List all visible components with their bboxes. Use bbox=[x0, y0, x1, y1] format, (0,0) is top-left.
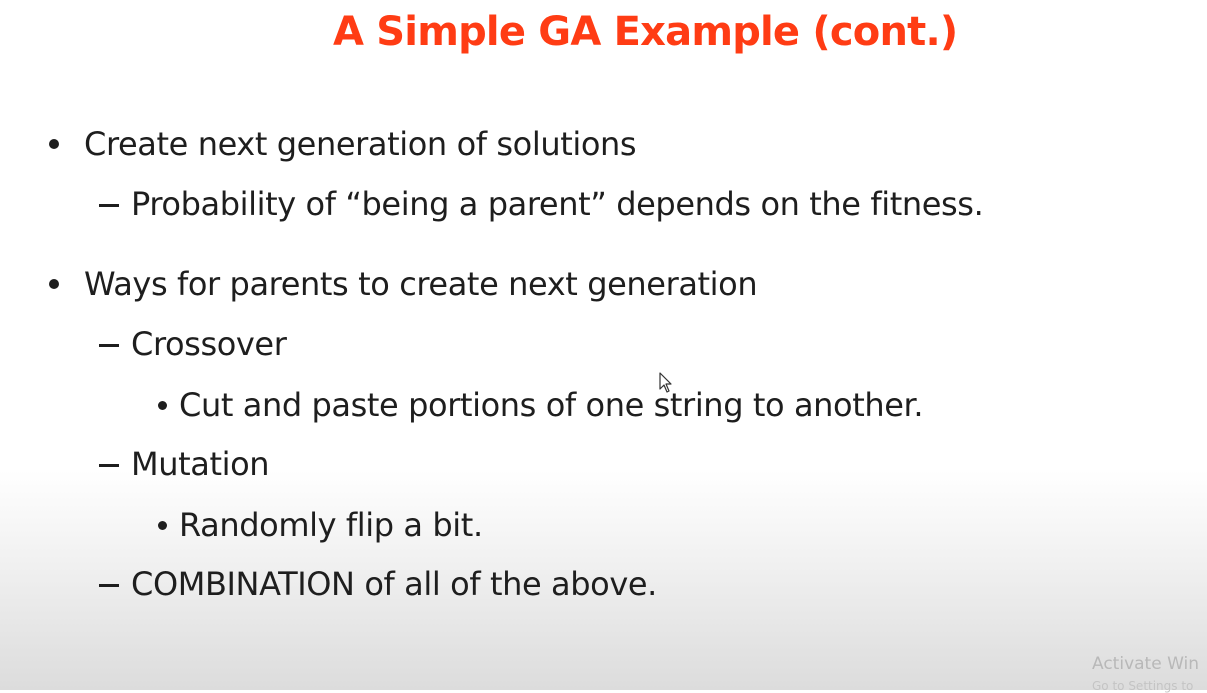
activation-watermark-sub: Go to Settings to bbox=[1092, 679, 1194, 693]
slide-title: A Simple GA Example (cont.) bbox=[333, 9, 958, 55]
dash-icon bbox=[99, 344, 119, 347]
bullet-dot-icon bbox=[49, 139, 59, 149]
dash-icon bbox=[99, 204, 119, 207]
sub-item-text: Probability of “being a parent” depends … bbox=[131, 185, 984, 223]
activation-watermark: Activate Win bbox=[1092, 654, 1200, 674]
dash-icon bbox=[99, 584, 119, 587]
bullet-item-text: Create next generation of solutions bbox=[84, 125, 637, 163]
dash-icon bbox=[99, 464, 119, 467]
small-bullet-icon bbox=[158, 521, 167, 530]
mouse-cursor-icon bbox=[659, 372, 672, 393]
sub-sub-item-text: Cut and paste portions of one string to … bbox=[179, 386, 924, 424]
bullet-dot-icon bbox=[49, 279, 59, 289]
sub-item-text: Crossover bbox=[131, 325, 287, 363]
bullet-item-text: Ways for parents to create next generati… bbox=[84, 265, 758, 303]
small-bullet-icon bbox=[158, 401, 167, 410]
sub-item-text: COMBINATION of all of the above. bbox=[131, 565, 657, 603]
sub-sub-item-text: Randomly flip a bit. bbox=[179, 506, 483, 544]
sub-item-text: Mutation bbox=[131, 445, 270, 483]
